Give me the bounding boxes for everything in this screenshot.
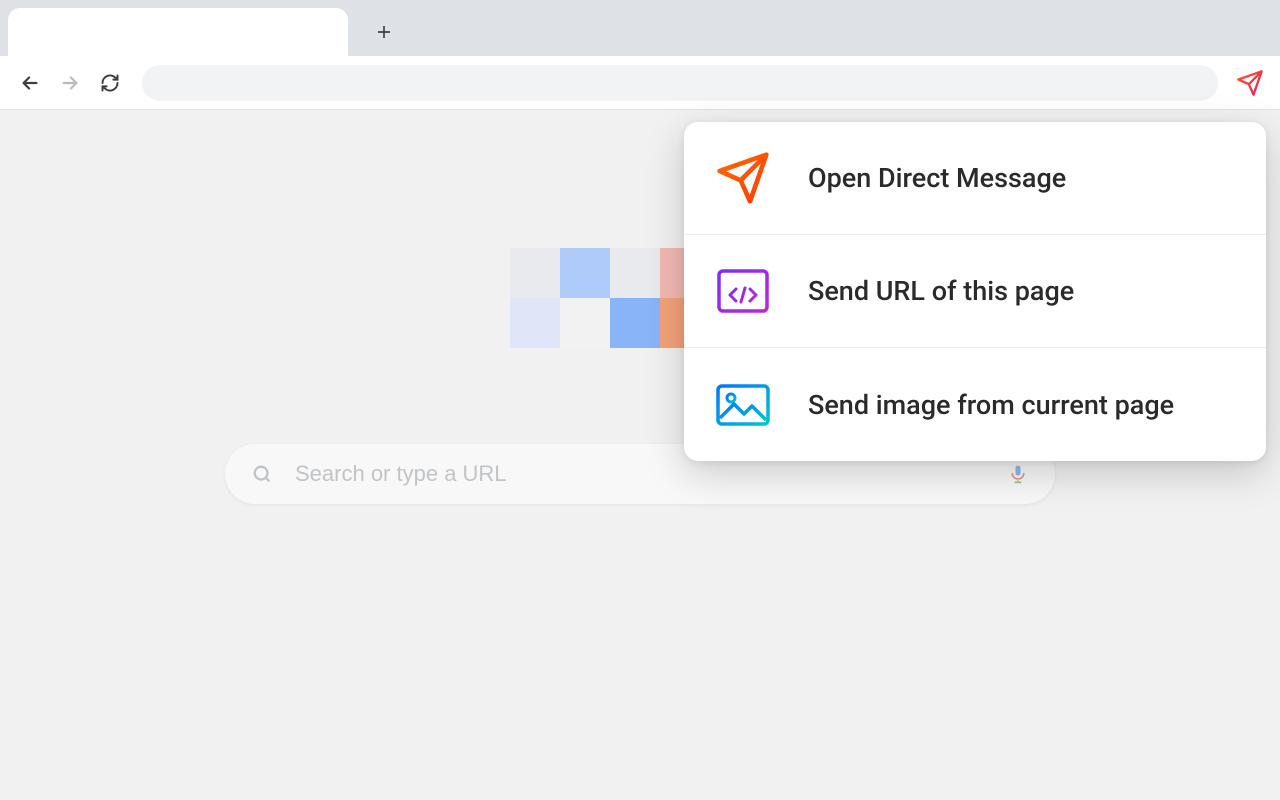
menu-send-image[interactable]: Send image from current page <box>684 348 1266 461</box>
code-window-icon <box>717 269 769 313</box>
address-bar[interactable] <box>142 65 1218 101</box>
active-tab[interactable] <box>8 8 348 56</box>
plus-icon <box>375 23 393 41</box>
search-input[interactable] <box>295 461 985 487</box>
forward-arrow-icon <box>59 72 81 94</box>
menu-item-label: Send image from current page <box>808 389 1174 421</box>
search-icon <box>251 463 273 485</box>
menu-send-url[interactable]: Send URL of this page <box>684 235 1266 348</box>
menu-open-direct-message[interactable]: Open Direct Message <box>684 122 1266 235</box>
paper-plane-icon <box>1236 69 1264 97</box>
reload-button[interactable] <box>92 65 128 101</box>
back-arrow-icon <box>19 72 41 94</box>
extension-button[interactable] <box>1232 65 1268 101</box>
browser-toolbar <box>0 56 1280 110</box>
new-tab-button[interactable] <box>366 14 402 50</box>
menu-item-label: Open Direct Message <box>808 162 1066 194</box>
forward-button[interactable] <box>52 65 88 101</box>
paper-plane-icon <box>715 150 771 206</box>
extension-popup: Open Direct Message Send URL of this pag… <box>684 122 1266 461</box>
reload-icon <box>100 73 120 93</box>
menu-item-label: Send URL of this page <box>808 275 1074 307</box>
voice-search-button[interactable] <box>1007 459 1029 489</box>
image-icon <box>716 384 770 426</box>
tab-strip <box>0 0 1280 56</box>
microphone-icon <box>1008 461 1028 487</box>
back-button[interactable] <box>12 65 48 101</box>
